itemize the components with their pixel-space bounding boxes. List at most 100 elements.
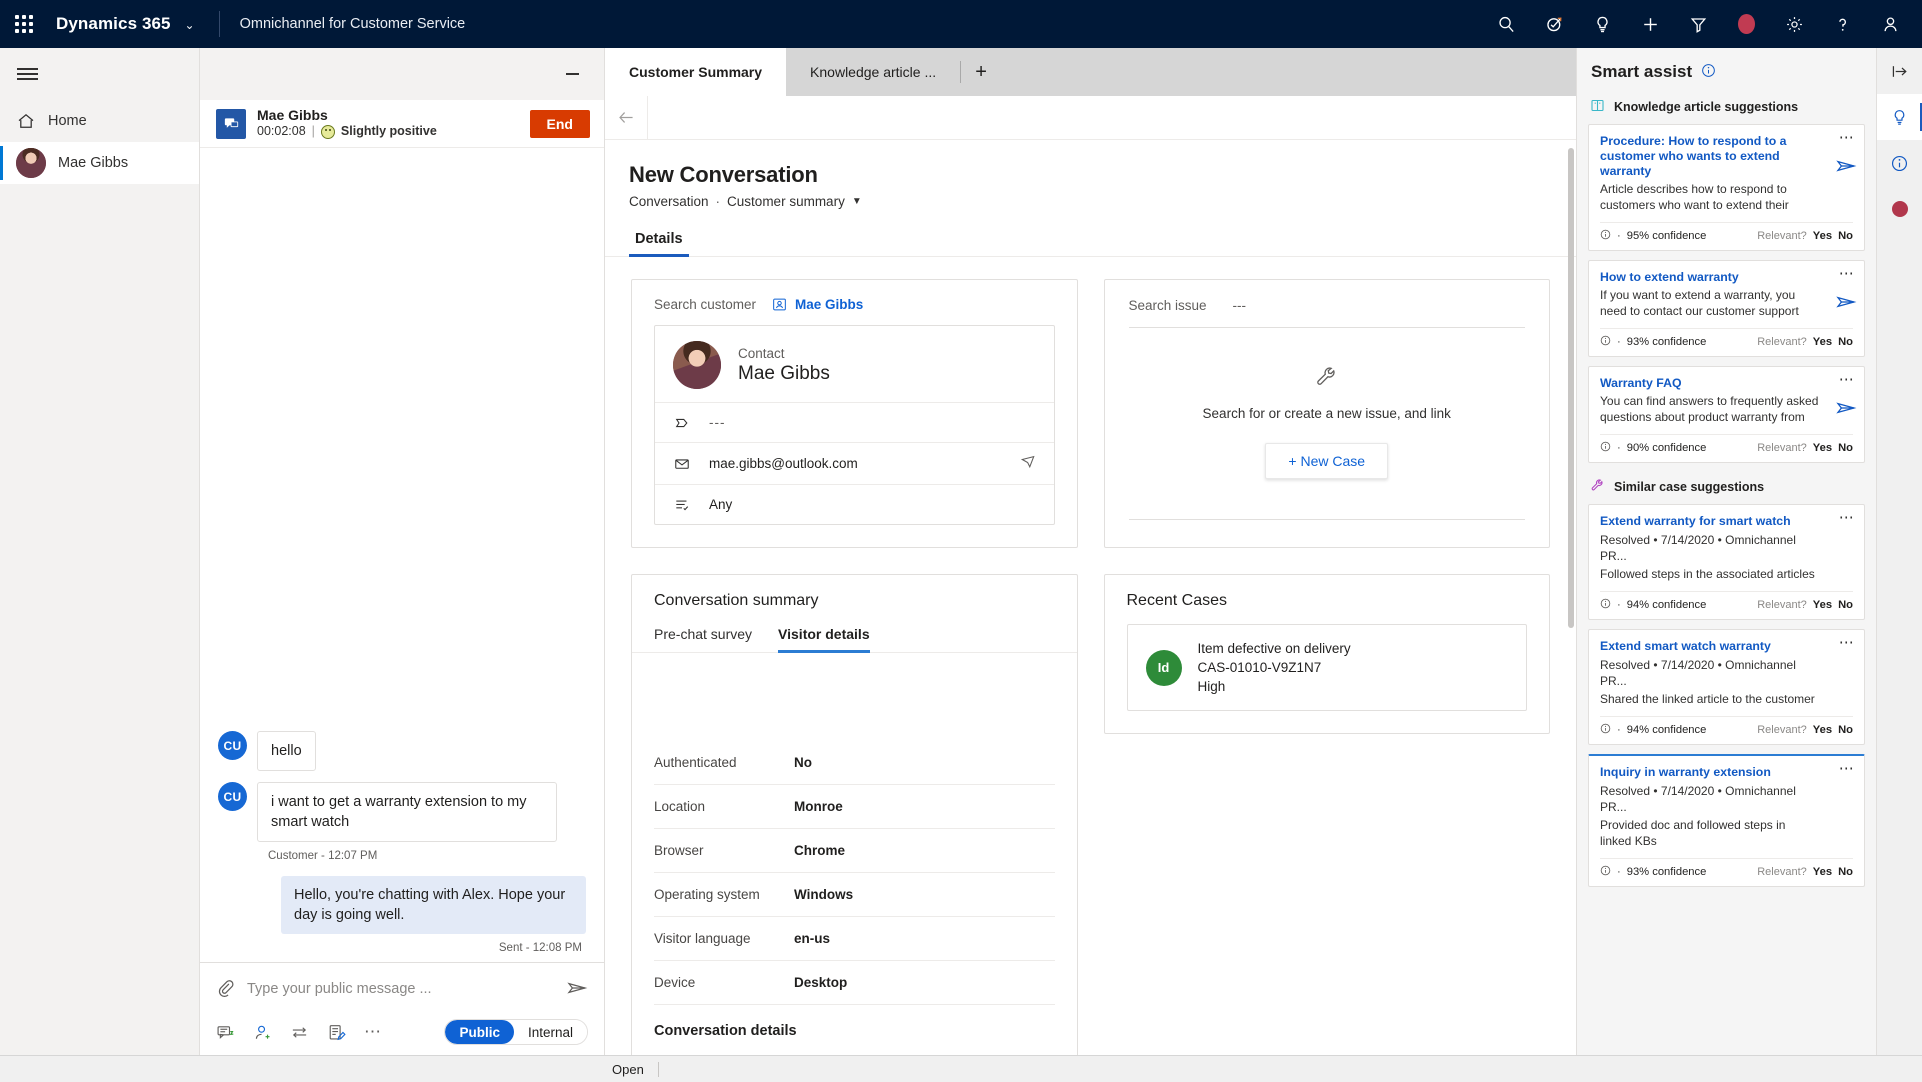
relevance-no-button[interactable]: No bbox=[1838, 599, 1853, 611]
help-icon[interactable] bbox=[1818, 0, 1866, 48]
info-icon[interactable] bbox=[1600, 229, 1611, 243]
relevance-no-button[interactable]: No bbox=[1838, 724, 1853, 736]
send-suggestion-icon[interactable] bbox=[1835, 155, 1857, 180]
back-arrow-icon[interactable] bbox=[605, 96, 647, 140]
relevance-no-button[interactable]: No bbox=[1838, 442, 1853, 454]
visitor-detail-key: Visitor language bbox=[654, 931, 751, 946]
minimize-icon[interactable] bbox=[558, 60, 586, 88]
chevron-down-icon[interactable]: ▼ bbox=[852, 196, 862, 207]
tab-details[interactable]: Details bbox=[629, 231, 689, 257]
relevance-yes-button[interactable]: Yes bbox=[1813, 336, 1832, 348]
suggestion-title[interactable]: Extend smart watch warranty bbox=[1600, 639, 1853, 654]
form-scrollbar[interactable] bbox=[1568, 148, 1574, 1047]
relevance-yes-button[interactable]: Yes bbox=[1813, 230, 1832, 242]
info-icon[interactable] bbox=[1600, 441, 1611, 455]
settings-gear-icon[interactable] bbox=[1770, 0, 1818, 48]
suggestion-title[interactable]: How to extend warranty bbox=[1600, 270, 1853, 285]
search-icon[interactable] bbox=[1482, 0, 1530, 48]
assistant-icon[interactable] bbox=[1530, 0, 1578, 48]
relevance-no-button[interactable]: No bbox=[1838, 230, 1853, 242]
relevance-yes-button[interactable]: Yes bbox=[1813, 442, 1832, 454]
tab-visitor-details[interactable]: Visitor details bbox=[778, 626, 870, 653]
conversation-details-section-header[interactable]: Conversation details bbox=[632, 1005, 1077, 1055]
info-icon[interactable] bbox=[1600, 723, 1611, 737]
avatar: CU bbox=[218, 731, 247, 760]
suggestion-title[interactable]: Extend warranty for smart watch bbox=[1600, 514, 1853, 529]
plus-icon[interactable] bbox=[1626, 0, 1674, 48]
user-account-icon[interactable] bbox=[1866, 0, 1914, 48]
presence-dot[interactable] bbox=[1722, 0, 1770, 48]
expand-panel-icon[interactable] bbox=[1877, 48, 1922, 94]
notes-icon[interactable] bbox=[327, 1023, 346, 1042]
contact-email-value[interactable]: mae.gibbs@outlook.com bbox=[709, 456, 858, 471]
relevance-no-button[interactable]: No bbox=[1838, 866, 1853, 878]
brand-title[interactable]: Dynamics 365 ⌄ bbox=[48, 14, 195, 34]
smart-assist-list[interactable]: Knowledge article suggestions Procedure:… bbox=[1577, 92, 1876, 1055]
presence-dot-icon[interactable] bbox=[1877, 186, 1922, 232]
mode-internal-option[interactable]: Internal bbox=[513, 1020, 587, 1044]
page-title: New Conversation bbox=[629, 162, 818, 187]
knowledge-suggestion-card[interactable]: Procedure: How to respond to a customer … bbox=[1588, 124, 1865, 251]
recent-case-item[interactable]: Id Item defective on delivery CAS-01010-… bbox=[1126, 624, 1527, 711]
info-icon[interactable] bbox=[1600, 335, 1611, 349]
hamburger-menu-icon[interactable] bbox=[0, 48, 199, 100]
app-launcher-icon[interactable] bbox=[0, 0, 48, 48]
info-icon[interactable] bbox=[1701, 63, 1716, 81]
send-suggestion-icon[interactable] bbox=[1835, 291, 1857, 316]
more-options-icon[interactable]: ⋯ bbox=[1839, 266, 1855, 281]
status-label[interactable]: Open bbox=[612, 1062, 644, 1077]
similar-case-suggestion-card[interactable]: Inquiry in warranty extension Resolved •… bbox=[1588, 754, 1865, 887]
chat-transcript: CU hello CU i want to get a warranty ext… bbox=[200, 148, 604, 962]
lightbulb-icon[interactable] bbox=[1578, 0, 1626, 48]
tab-pre-chat-survey[interactable]: Pre-chat survey bbox=[654, 626, 752, 652]
similar-case-suggestion-card[interactable]: Extend smart watch warranty Resolved • 7… bbox=[1588, 629, 1865, 745]
suggestion-title[interactable]: Warranty FAQ bbox=[1600, 376, 1853, 391]
add-participant-icon[interactable] bbox=[253, 1023, 272, 1042]
more-options-icon[interactable]: ⋯ bbox=[1839, 761, 1855, 776]
customer-chip[interactable]: Mae Gibbs bbox=[772, 297, 863, 312]
new-case-button[interactable]: + New Case bbox=[1265, 443, 1389, 479]
card-spacer bbox=[1105, 711, 1550, 733]
message-input[interactable] bbox=[247, 975, 554, 1003]
relevance-yes-button[interactable]: Yes bbox=[1813, 724, 1832, 736]
suggestion-footer: · 90% confidence Relevant? Yes No bbox=[1600, 434, 1853, 462]
more-options-icon[interactable]: ⋯ bbox=[1839, 372, 1855, 387]
more-options-icon[interactable]: ⋯ bbox=[364, 1023, 383, 1040]
sidebar-item-home[interactable]: Home bbox=[0, 100, 199, 142]
send-message-icon[interactable] bbox=[566, 977, 588, 1002]
mode-public-option[interactable]: Public bbox=[445, 1020, 514, 1044]
suggestion-title[interactable]: Inquiry in warranty extension bbox=[1600, 765, 1853, 780]
transfer-icon[interactable] bbox=[290, 1023, 309, 1042]
sidebar-item-session-mae-gibbs[interactable]: Mae Gibbs bbox=[0, 142, 199, 184]
tab-customer-summary[interactable]: Customer Summary bbox=[605, 48, 787, 96]
smart-assist-lightbulb-icon[interactable] bbox=[1876, 94, 1922, 140]
visitor-detail-row: Operating system Windows bbox=[654, 873, 1055, 917]
more-options-icon[interactable]: ⋯ bbox=[1839, 635, 1855, 650]
form-scrollbar-thumb[interactable] bbox=[1568, 148, 1574, 628]
add-tab-icon[interactable]: + bbox=[961, 48, 1001, 96]
search-issue-value[interactable]: --- bbox=[1233, 298, 1247, 313]
attachment-icon[interactable] bbox=[216, 978, 235, 1000]
suggestion-footer: · 95% confidence Relevant? Yes No bbox=[1600, 222, 1853, 250]
quick-replies-icon[interactable] bbox=[216, 1023, 235, 1042]
more-options-icon[interactable]: ⋯ bbox=[1839, 130, 1855, 145]
suggestion-title[interactable]: Procedure: How to respond to a customer … bbox=[1600, 134, 1853, 179]
more-options-icon[interactable]: ⋯ bbox=[1839, 510, 1855, 525]
send-email-icon[interactable] bbox=[1020, 454, 1036, 473]
chevron-down-icon[interactable]: ⌄ bbox=[184, 18, 194, 32]
relevance-yes-button[interactable]: Yes bbox=[1813, 599, 1832, 611]
send-suggestion-icon[interactable] bbox=[1835, 397, 1857, 422]
relevance-no-button[interactable]: No bbox=[1838, 336, 1853, 348]
info-icon[interactable] bbox=[1600, 598, 1611, 612]
filter-icon[interactable] bbox=[1674, 0, 1722, 48]
knowledge-suggestion-card[interactable]: How to extend warranty If you want to ex… bbox=[1588, 260, 1865, 357]
tab-knowledge-article[interactable]: Knowledge article ... bbox=[786, 48, 960, 96]
info-icon[interactable] bbox=[1600, 865, 1611, 879]
similar-case-suggestion-card[interactable]: Extend warranty for smart watch Resolved… bbox=[1588, 504, 1865, 620]
relevance-yes-button[interactable]: Yes bbox=[1813, 866, 1832, 878]
info-icon[interactable] bbox=[1877, 140, 1922, 186]
message-mode-toggle[interactable]: Public Internal bbox=[444, 1019, 588, 1045]
breadcrumb-form-selector[interactable]: Customer summary bbox=[727, 194, 845, 209]
end-conversation-button[interactable]: End bbox=[529, 109, 590, 138]
knowledge-suggestion-card[interactable]: Warranty FAQ You can find answers to fre… bbox=[1588, 366, 1865, 463]
